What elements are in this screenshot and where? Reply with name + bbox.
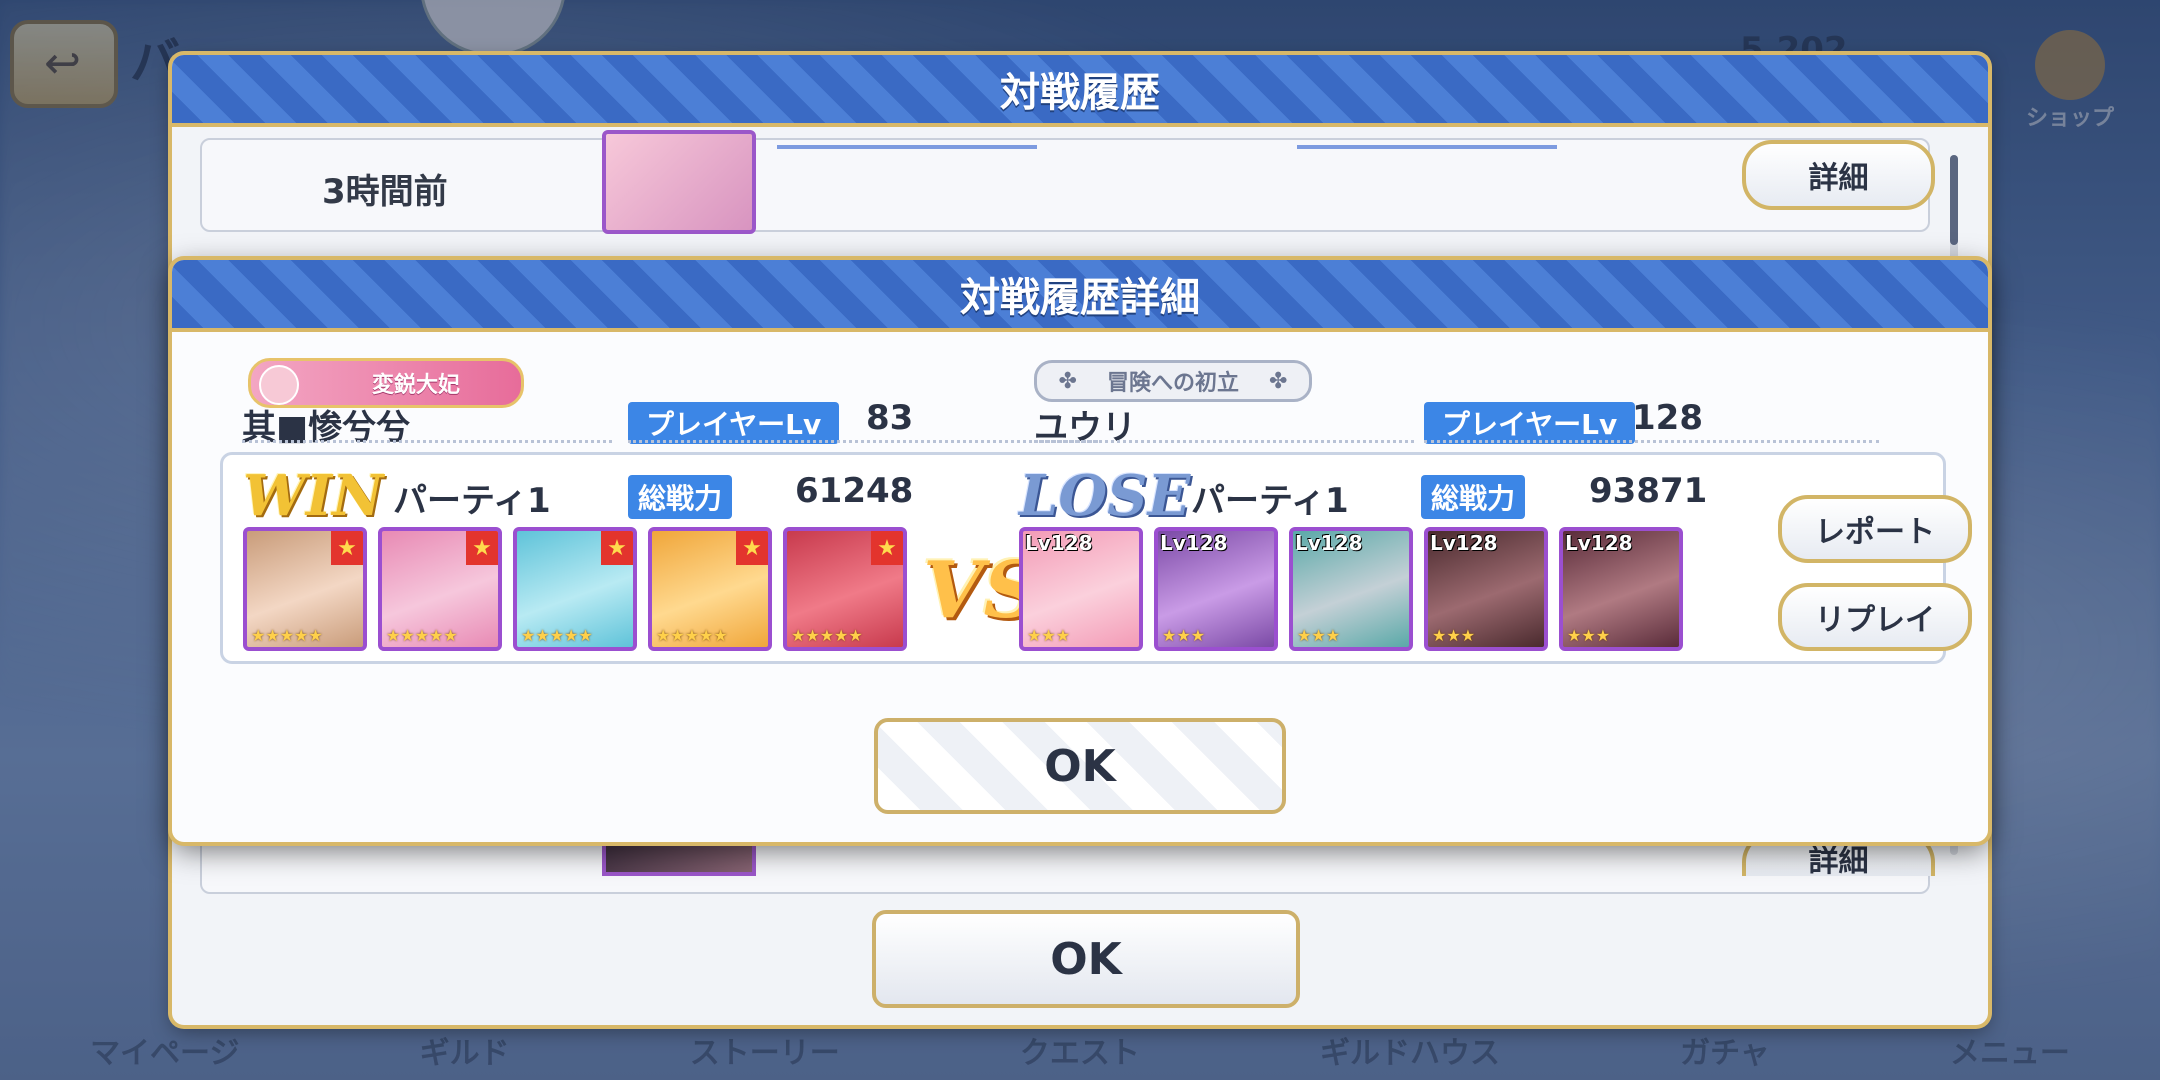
unit-stars: ★★★: [1432, 626, 1476, 645]
divider: [1424, 440, 1879, 443]
history-title: 対戦履歴: [1000, 70, 1160, 116]
unit-stars: ★★★: [1162, 626, 1206, 645]
left-unit-portrait[interactable]: ★ ★★★★★: [513, 527, 637, 651]
detail-ok-button[interactable]: OK: [874, 718, 1286, 814]
left-unit-portrait[interactable]: ★ ★★★★★: [243, 527, 367, 651]
history-row: 3時間前 詳細: [200, 130, 1935, 234]
left-level-label: プレイヤーLv: [628, 402, 840, 444]
battle-detail-dialog: 対戦履歴詳細 変鋭大妃 ✤ 冒険への初立 ✤ 其■惨兮兮 プレイヤーLv 83 …: [172, 260, 1988, 842]
detail-header: 対戦履歴詳細: [172, 260, 1988, 332]
unit-level: Lv128: [1160, 531, 1228, 555]
detail-button[interactable]: 詳細: [1742, 140, 1935, 210]
star-tag-icon: ★: [466, 531, 498, 565]
unit-level: Lv128: [1565, 531, 1633, 555]
report-button[interactable]: レポート: [1778, 495, 1972, 563]
right-power-label: 総戦力: [1421, 475, 1526, 519]
divider: [628, 440, 1098, 443]
unit-stars: ★★★: [1567, 626, 1611, 645]
unit-stars: ★★★★★: [251, 626, 323, 645]
detail-title: 対戦履歴詳細: [960, 275, 1200, 321]
left-party-name: パーティ1: [393, 481, 551, 521]
right-emblem-text: 冒険への初立: [1106, 371, 1239, 396]
unit-level: Lv128: [1025, 531, 1093, 555]
right-unit-portrait[interactable]: Lv128 ★★★: [1289, 527, 1413, 651]
right-unit-portrait[interactable]: Lv128 ★★★: [1559, 527, 1683, 651]
history-header: 対戦履歴: [172, 55, 1988, 127]
star-tag-icon: ★: [331, 531, 363, 565]
unit-stars: ★★★★★: [656, 626, 728, 645]
divider: [1034, 440, 1414, 443]
left-unit-portrait[interactable]: ★ ★★★★★: [783, 527, 907, 651]
clover-icon: ✤: [1269, 368, 1288, 394]
left-unit-portrait[interactable]: ★ ★★★★★: [378, 527, 502, 651]
left-unit-portrait[interactable]: ★ ★★★★★: [648, 527, 772, 651]
right-level-label: プレイヤーLv: [1424, 402, 1636, 444]
unit-stars: ★★★★★: [791, 626, 863, 645]
right-team-power: 93871: [1589, 471, 1708, 511]
right-unit-portrait[interactable]: Lv128 ★★★: [1019, 527, 1143, 651]
emblem-face-icon: [259, 365, 299, 405]
unit-level: Lv128: [1295, 531, 1363, 555]
star-tag-icon: ★: [601, 531, 633, 565]
right-player-emblem: ✤ 冒険への初立 ✤: [1034, 360, 1312, 402]
unit-stars: ★★★: [1027, 626, 1071, 645]
left-power-label: 総戦力: [628, 475, 733, 519]
scrollbar-thumb[interactable]: [1950, 155, 1958, 245]
unit-stars: ★★★: [1297, 626, 1341, 645]
unit-stars: ★★★★★: [521, 626, 593, 645]
left-emblem-text: 変鋭大妃: [371, 373, 460, 398]
right-unit-portrait[interactable]: Lv128 ★★★: [1154, 527, 1278, 651]
teams-panel: WIN パーティ1 総戦力 61248 ★ ★★★★★ ★ ★★★★★ ★ ★★…: [220, 452, 1972, 664]
divider: [242, 440, 612, 443]
unit-stars: ★★★★★: [386, 626, 458, 645]
clover-icon: ✤: [1058, 368, 1077, 394]
right-unit-portrait[interactable]: Lv128 ★★★: [1424, 527, 1548, 651]
win-label: WIN: [243, 463, 384, 529]
left-player-level: 83: [866, 398, 914, 438]
row-divider: [777, 145, 1677, 149]
star-tag-icon: ★: [871, 531, 903, 565]
star-tag-icon: ★: [736, 531, 768, 565]
character-thumbnail: [602, 130, 756, 234]
lose-label: LOSE: [1019, 463, 1191, 529]
history-ok-button[interactable]: OK: [872, 910, 1300, 1008]
right-party-name: パーティ1: [1191, 481, 1349, 521]
right-player-level: 128: [1632, 398, 1703, 438]
unit-level: Lv128: [1430, 531, 1498, 555]
left-team-power: 61248: [795, 471, 914, 511]
replay-button[interactable]: リプレイ: [1778, 583, 1972, 651]
history-row-time: 3時間前: [322, 172, 448, 212]
